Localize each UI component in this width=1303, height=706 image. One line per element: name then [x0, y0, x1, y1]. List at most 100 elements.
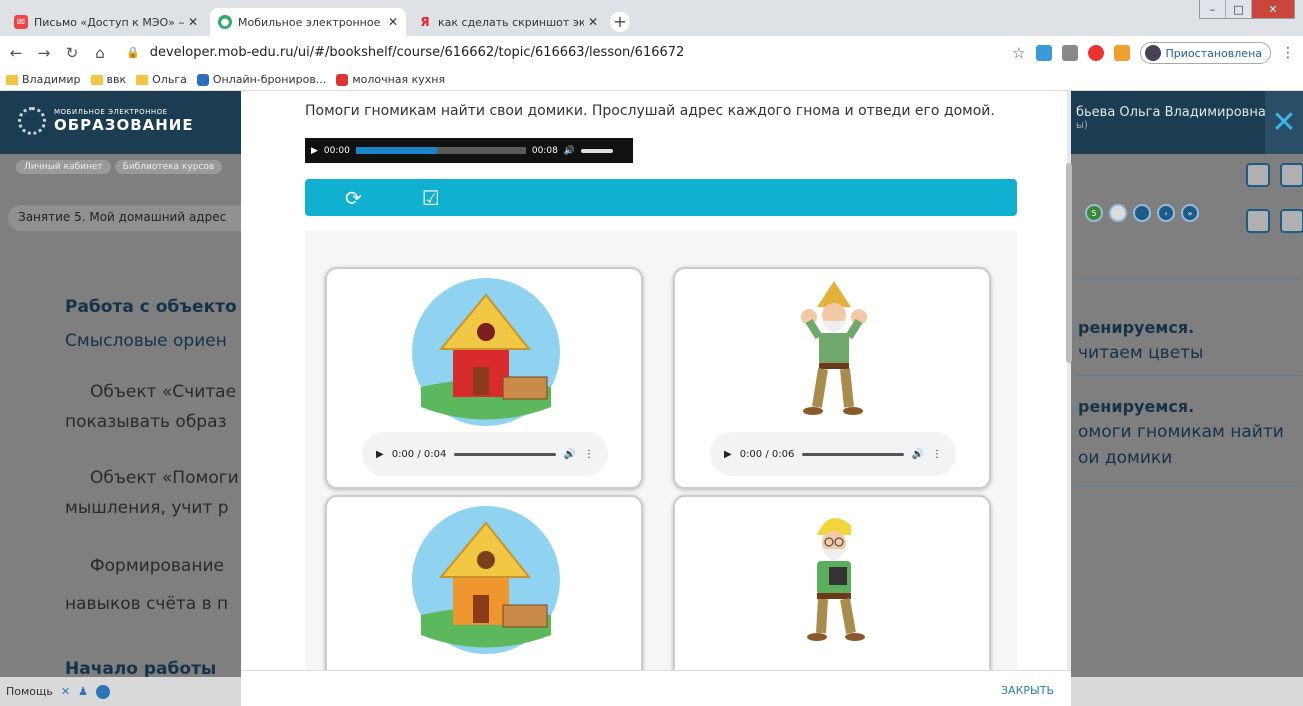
step-navigation: 5 › » — [1085, 204, 1199, 222]
bookmark-item[interactable]: Владимир — [6, 73, 81, 86]
volume-icon[interactable]: 🔊 — [912, 449, 924, 460]
browser-toolbar: ← → ↻ ⌂ 🔒 developer.mob-edu.ru/ui/#/book… — [0, 36, 1303, 69]
address-bar[interactable]: 🔒 developer.mob-edu.ru/ui/#/bookshelf/co… — [126, 45, 886, 60]
card-audio-player[interactable]: ▶ 0:00 / 0:06 🔊 ⋮ — [710, 432, 956, 476]
site-favicon-icon: ● — [218, 15, 232, 29]
tools-icon[interactable]: ✕ — [61, 685, 70, 698]
step-circle-icon[interactable] — [1109, 204, 1127, 222]
side-tools — [1246, 163, 1303, 233]
tab-mail[interactable]: ✉ Письмо «Доступ к МЭО» — Ро ✕ — [6, 8, 206, 36]
maximize-icon[interactable]: □ — [1226, 0, 1252, 18]
home-icon[interactable]: ⌂ — [88, 44, 112, 62]
back-icon[interactable]: ← — [4, 44, 28, 62]
close-tab-icon[interactable]: ✕ — [188, 15, 198, 29]
breadcrumb-item[interactable]: Личный кабинет — [16, 160, 111, 174]
bg-paragraph: Формирование — [90, 556, 224, 576]
extension-icon[interactable] — [1035, 45, 1052, 61]
bookmark-item[interactable]: Онлайн-брониров... — [196, 73, 326, 86]
new-tab-button[interactable]: + — [610, 12, 630, 32]
last-icon[interactable]: » — [1181, 204, 1199, 222]
bookmark-item[interactable]: Ольга — [136, 73, 187, 86]
volume-icon[interactable]: 🔊 — [564, 146, 575, 156]
bg-subheading: Смысловые ориен — [65, 331, 227, 351]
reload-icon[interactable]: ↻ — [60, 44, 84, 62]
help-label: Помощь — [6, 685, 53, 698]
site-logo: МОБИЛЬНОЕ ЭЛЕКТРОННОЕ ОБРАЗОВАНИЕ — [18, 107, 194, 135]
bookmark-item[interactable]: ввк — [90, 73, 126, 86]
tab-title: Письмо «Доступ к МЭО» — Ро — [34, 15, 184, 29]
card-audio-player[interactable]: ▶ 0:00 / 0:04 🔊 ⋮ — [362, 432, 608, 476]
volume-icon[interactable]: 🔊 — [564, 449, 576, 460]
play-icon[interactable]: ▶ — [311, 146, 318, 156]
extension-icon[interactable] — [1087, 45, 1104, 61]
audio-current-time: 00:00 — [323, 145, 350, 156]
window-controls: – □ ✕ — [1199, 0, 1295, 19]
audio-progress-bar[interactable] — [355, 147, 526, 154]
cards-panel: ▶ 0:00 / 0:04 🔊 ⋮ ▶ 0:00 / 0:06 🔊 ⋮ — [305, 231, 1017, 706]
bg-right-link[interactable]: омоги гномикам найти — [1078, 422, 1284, 442]
bg-right-link[interactable]: читаем цветы — [1078, 343, 1203, 363]
audio-progress-fill — [355, 147, 438, 154]
gnome-card[interactable]: ▶ 0:00 / 0:06 🔊 ⋮ — [673, 267, 991, 489]
menu-icon[interactable]: ⋮ — [1281, 45, 1295, 61]
user-icon[interactable]: ♟ — [78, 685, 88, 698]
close-tab-icon[interactable]: ✕ — [388, 15, 398, 29]
step-dot-icon[interactable] — [1133, 204, 1151, 222]
audio-seek-bar[interactable] — [802, 452, 904, 456]
close-tab-icon[interactable]: ✕ — [588, 15, 598, 29]
audio-time: 0:00 / 0:06 — [739, 448, 795, 460]
key-icon[interactable] — [1113, 45, 1130, 61]
tab-meo[interactable]: ● Мобильное электронное обра ✕ — [210, 8, 406, 36]
forward-icon[interactable]: → — [32, 44, 56, 62]
window-close-icon[interactable]: ✕ — [1252, 0, 1294, 18]
strong-gnome-image — [801, 281, 867, 415]
bg-right-heading: ренируемся. — [1078, 318, 1195, 337]
more-icon[interactable]: ⋮ — [584, 449, 594, 460]
reset-icon[interactable]: ⟳ — [345, 186, 362, 210]
url-text: developer.mob-edu.ru/ui/#/bookshelf/cour… — [149, 45, 685, 60]
document-icon[interactable] — [1246, 163, 1270, 187]
folder-icon — [6, 74, 18, 85]
table-icon[interactable] — [1246, 209, 1270, 233]
bg-paragraph: мышления, учит р — [65, 498, 229, 518]
modal-scrollbar-thumb[interactable] — [1066, 163, 1072, 363]
extension-icon[interactable] — [1061, 45, 1078, 61]
play-icon[interactable]: ▶ — [724, 449, 732, 460]
play-icon[interactable]: ▶ — [376, 449, 384, 460]
divider — [1075, 278, 1300, 279]
exercise-modal: Помоги гномикам найти свои домики. Просл… — [241, 91, 1072, 706]
folder-icon — [90, 74, 103, 85]
breadcrumb-item[interactable]: Библиотека курсов — [114, 160, 223, 174]
info-icon[interactable] — [95, 684, 110, 699]
audio-duration: 00:08 — [531, 145, 558, 156]
step-indicator[interactable]: 5 — [1085, 204, 1103, 222]
grid-icon[interactable] — [1280, 163, 1303, 187]
profile-label: Приостановлена — [1165, 46, 1262, 60]
more-icon[interactable]: ⋮ — [932, 449, 942, 460]
star-icon[interactable]: ☆ — [1012, 44, 1025, 62]
bookmark-favicon-icon — [336, 73, 349, 86]
bookmark-item[interactable]: молочная кухня — [336, 73, 445, 86]
yandex-icon: Я — [420, 15, 430, 29]
next-icon[interactable]: › — [1157, 204, 1175, 222]
toolbar-right: ☆ Приостановлена ⋮ — [1012, 42, 1295, 64]
user-name[interactable]: бьева Ольга Владимировна ы) — [1076, 105, 1266, 131]
volume-slider[interactable] — [581, 148, 614, 153]
bg-heading: Работа с объекто — [65, 297, 237, 317]
profile-button[interactable]: Приостановлена — [1139, 42, 1271, 64]
house-card[interactable]: ▶ 0:00 / 0:04 🔊 ⋮ — [325, 267, 643, 489]
bg-right-link[interactable]: ои домики — [1078, 448, 1172, 468]
tab-title: как сделать скриншот экрана н — [438, 15, 584, 29]
minimize-icon[interactable]: – — [1200, 0, 1226, 18]
chat-icon[interactable] — [1280, 209, 1303, 233]
main-audio-player[interactable]: ▶ 00:00 00:08 🔊 — [305, 138, 633, 163]
browser-tab-bar: ✉ Письмо «Доступ к МЭО» — Ро ✕ ● Мобильн… — [0, 0, 1303, 36]
close-icon[interactable]: ✕ — [1265, 91, 1303, 154]
check-icon[interactable]: ☑ — [422, 186, 440, 210]
lock-icon: 🔒 — [126, 46, 140, 59]
avatar — [1144, 45, 1161, 61]
audio-seek-bar[interactable] — [454, 452, 556, 456]
exercise-toolbar: ⟳ ☑ — [305, 179, 1017, 216]
close-button[interactable]: ЗАКРЫТЬ — [1001, 684, 1054, 697]
tab-yandex[interactable]: Я как сделать скриншот экрана н ✕ — [410, 8, 606, 36]
